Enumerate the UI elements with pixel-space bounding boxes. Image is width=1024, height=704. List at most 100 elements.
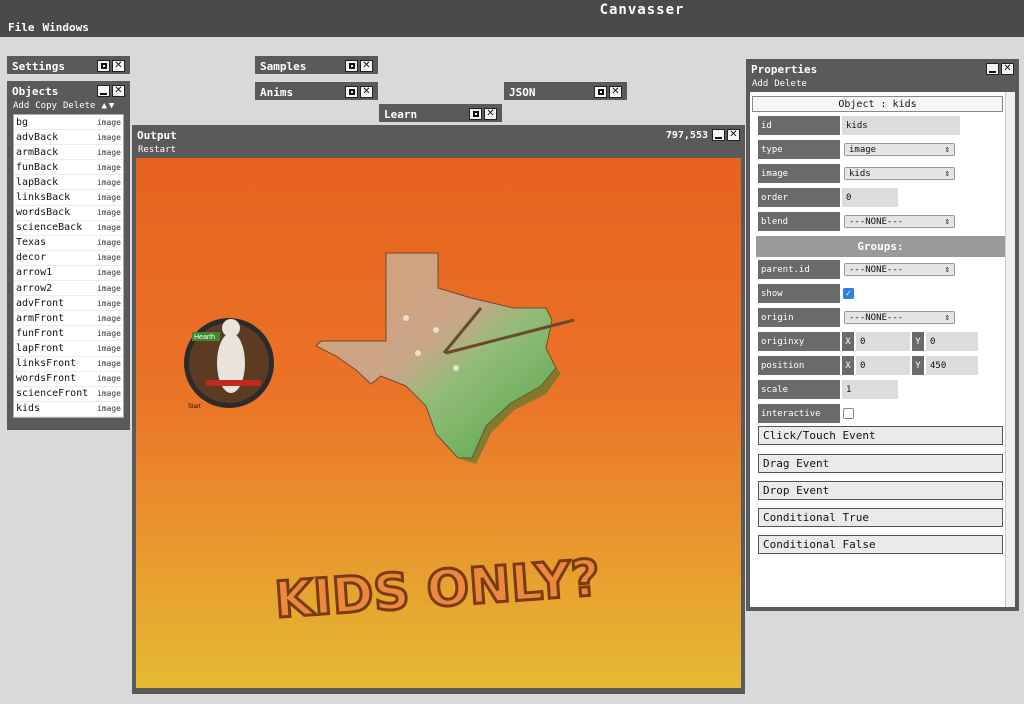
conditional-true-button[interactable]: Conditional True: [758, 508, 1003, 527]
close-icon[interactable]: ✕: [484, 108, 497, 120]
list-item[interactable]: funFront image: [14, 326, 123, 342]
objects-titlebar[interactable]: Objects ✕: [9, 83, 128, 99]
close-icon[interactable]: ✕: [609, 86, 622, 98]
maximize-icon[interactable]: [594, 86, 607, 98]
drag-event-button[interactable]: Drag Event: [758, 454, 1003, 473]
scale-input[interactable]: 1: [842, 380, 898, 399]
learn-titlebar[interactable]: Learn ✕: [381, 106, 500, 122]
x-label: X: [842, 356, 854, 375]
minimize-icon[interactable]: [712, 129, 725, 141]
chevron-updown-icon: ⇕: [944, 312, 950, 323]
parent-id-select[interactable]: ---NONE--- ⇕: [844, 263, 955, 276]
list-item[interactable]: arrow2 image: [14, 281, 123, 297]
close-icon[interactable]: ✕: [360, 86, 373, 98]
maximize-icon[interactable]: [469, 108, 482, 120]
prop-order-row: order 0: [758, 188, 898, 207]
blend-select[interactable]: ---NONE--- ⇕: [844, 215, 955, 228]
interactive-checkbox[interactable]: [843, 408, 854, 419]
drop-event-button[interactable]: Drop Event: [758, 481, 1003, 500]
objects-list[interactable]: bg image advBack image armBack image funBack im…: [13, 114, 124, 418]
image-select[interactable]: kids ⇕: [844, 167, 955, 180]
originy-input[interactable]: 0: [926, 332, 978, 351]
list-item[interactable]: funBack image: [14, 160, 123, 176]
list-item[interactable]: bg image: [14, 115, 123, 131]
maximize-icon[interactable]: [345, 60, 358, 72]
list-item[interactable]: decor image: [14, 251, 123, 266]
close-icon[interactable]: ✕: [727, 129, 740, 141]
panel-title: Settings: [12, 59, 65, 73]
order-input[interactable]: 0: [842, 188, 898, 207]
properties-scrollbar[interactable]: [1005, 92, 1015, 607]
maximize-icon[interactable]: [97, 60, 110, 72]
maximize-icon[interactable]: [345, 86, 358, 98]
list-item[interactable]: Texas image: [14, 236, 123, 251]
object-kind: image: [96, 283, 121, 293]
add-object-button[interactable]: Add: [13, 101, 29, 111]
settings-titlebar[interactable]: Settings ✕: [9, 58, 128, 74]
list-item[interactable]: advFront image: [14, 296, 123, 312]
origin-select[interactable]: ---NONE--- ⇕: [844, 311, 955, 324]
prop-scale-row: scale 1: [758, 380, 898, 399]
list-item[interactable]: armFront image: [14, 311, 123, 327]
stage-graphics: Hearth Start KIDS ONLY?: [184, 252, 603, 631]
menu-file[interactable]: File: [8, 21, 35, 34]
prop-originxy-row: originxy X 0 Y 0: [758, 332, 978, 351]
object-name: wordsFront: [16, 373, 77, 385]
type-select[interactable]: image ⇕: [844, 143, 955, 156]
show-checkbox[interactable]: ✓: [843, 288, 854, 299]
move-down-icon[interactable]: ▼: [109, 101, 114, 111]
panel-title: Samples: [260, 59, 307, 73]
prop-label: position: [758, 356, 840, 375]
object-name: scienceFront: [16, 388, 89, 400]
list-item[interactable]: wordsBack image: [14, 206, 123, 221]
list-item[interactable]: lapBack image: [14, 175, 123, 191]
list-item[interactable]: scienceFront image: [14, 387, 123, 402]
click-touch-event-button[interactable]: Click/Touch Event: [758, 426, 1003, 445]
list-item[interactable]: linksBack image: [14, 190, 123, 206]
prop-label: origin: [758, 308, 840, 327]
restart-button[interactable]: Restart: [138, 145, 176, 155]
list-item[interactable]: armBack image: [14, 145, 123, 161]
positiony-input[interactable]: 450: [926, 356, 978, 375]
close-icon[interactable]: ✕: [360, 60, 373, 72]
minimize-icon[interactable]: [986, 63, 999, 75]
output-canvas[interactable]: Hearth Start KIDS ONLY?: [136, 158, 741, 688]
close-icon[interactable]: ✕: [1001, 63, 1014, 75]
prop-id-row: id kids: [758, 116, 960, 135]
kids-sign-image[interactable]: Hearth Start: [184, 318, 274, 410]
list-item[interactable]: advBack image: [14, 130, 123, 146]
chevron-updown-icon: ⇕: [944, 168, 950, 179]
delete-object-button[interactable]: Delete: [63, 101, 96, 111]
object-name: wordsBack: [16, 207, 71, 219]
close-icon[interactable]: ✕: [112, 85, 125, 97]
conditional-false-button[interactable]: Conditional False: [758, 535, 1003, 554]
panel-title: Objects: [12, 84, 59, 98]
move-up-icon[interactable]: ▲: [101, 101, 106, 111]
delete-property-button[interactable]: Delete: [774, 79, 807, 89]
object-kind: image: [96, 193, 121, 203]
close-icon[interactable]: ✕: [112, 60, 125, 72]
properties-titlebar[interactable]: Properties ✕: [748, 61, 1017, 77]
json-titlebar[interactable]: JSON ✕: [506, 84, 625, 100]
list-item[interactable]: wordsFront image: [14, 372, 123, 387]
list-item[interactable]: linksFront image: [14, 357, 123, 372]
originx-input[interactable]: 0: [856, 332, 910, 351]
samples-titlebar[interactable]: Samples ✕: [257, 58, 376, 74]
list-item[interactable]: scienceBack image: [14, 221, 123, 236]
list-item[interactable]: kids image: [14, 402, 123, 417]
object-name: kids: [16, 403, 41, 415]
object-name: linksFront: [16, 358, 77, 370]
add-property-button[interactable]: Add: [752, 79, 768, 89]
id-input[interactable]: kids: [842, 116, 960, 135]
copy-object-button[interactable]: Copy: [35, 101, 57, 111]
output-titlebar[interactable]: Output 797,553 ✕: [134, 127, 743, 143]
menu-windows[interactable]: Windows: [43, 21, 89, 34]
object-name: armFront: [16, 312, 65, 324]
anims-titlebar[interactable]: Anims ✕: [257, 84, 376, 100]
minimize-icon[interactable]: [97, 85, 110, 97]
list-item[interactable]: arrow1 image: [14, 266, 123, 282]
positionx-input[interactable]: 0: [856, 356, 910, 375]
list-item[interactable]: lapFront image: [14, 341, 123, 357]
texas-map-image[interactable]: [315, 252, 575, 464]
chevron-updown-icon: ⇕: [944, 144, 950, 155]
